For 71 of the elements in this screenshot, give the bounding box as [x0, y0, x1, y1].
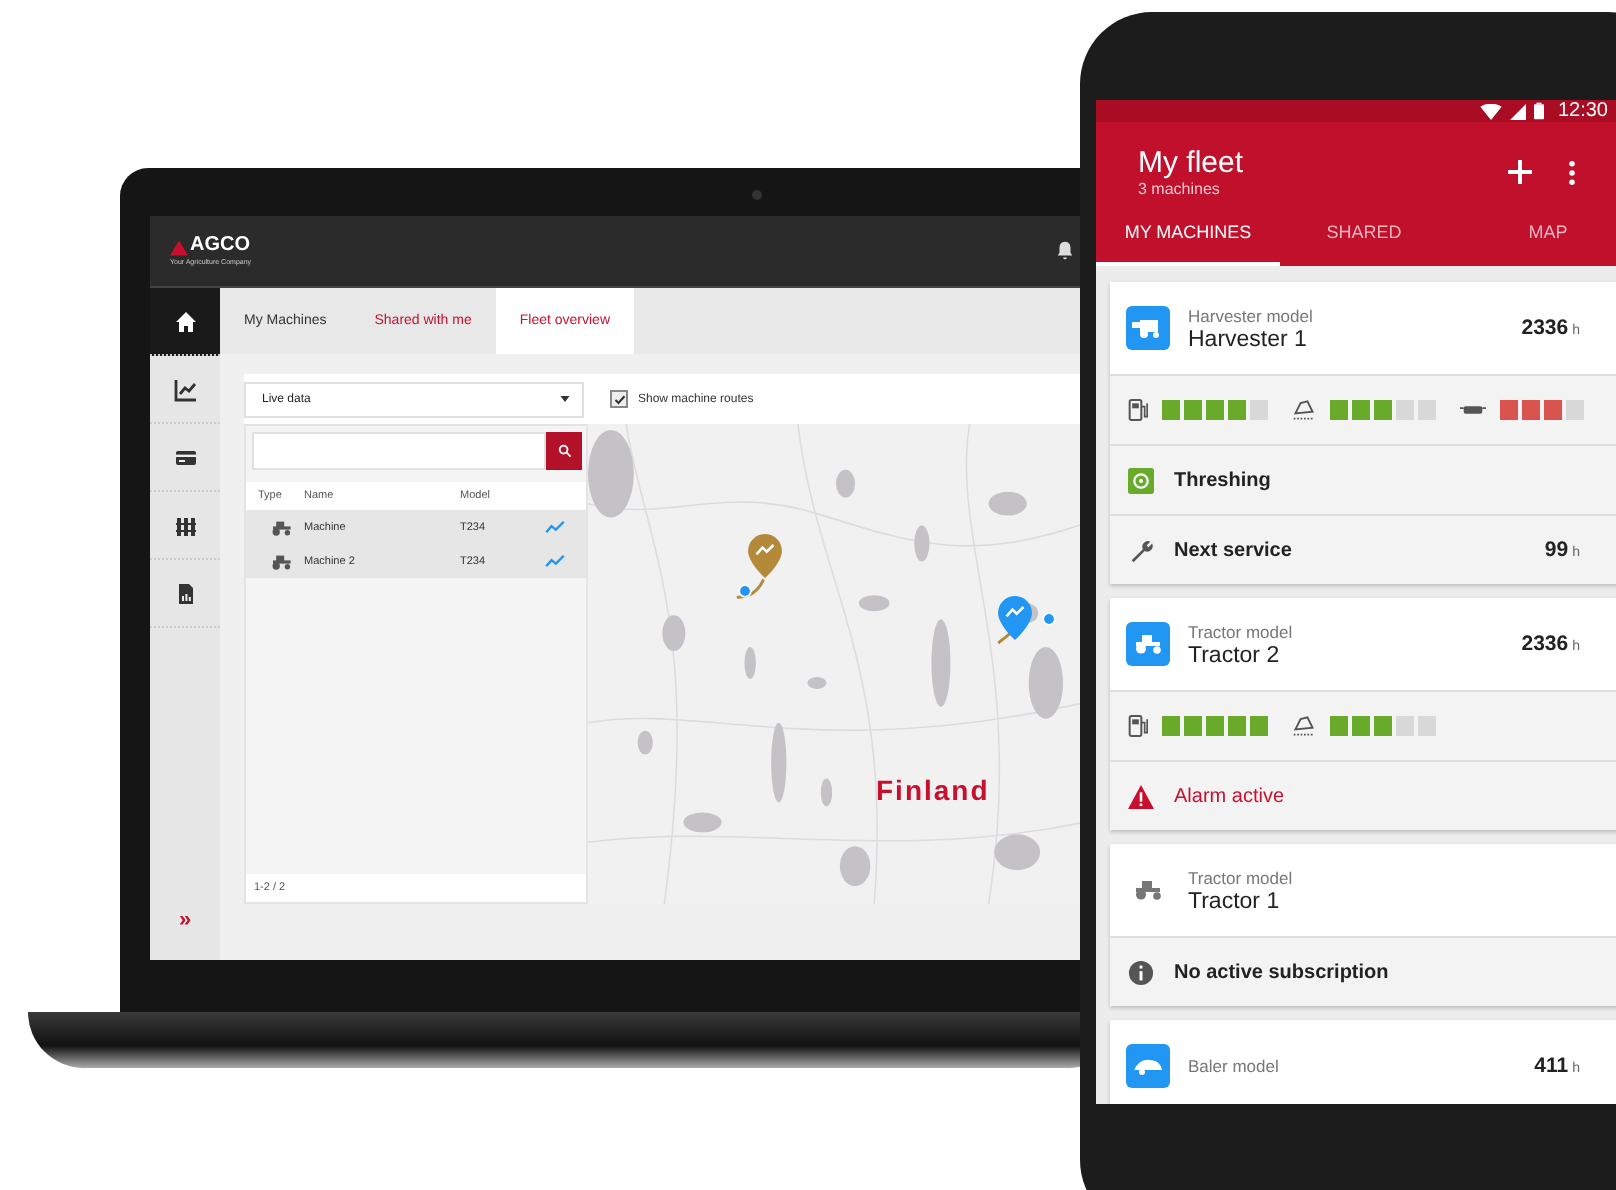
trend-icon: [544, 520, 566, 534]
trend-icon: [544, 554, 566, 568]
map-pin-icon[interactable]: [748, 534, 782, 578]
status-text: Threshing: [1174, 469, 1271, 491]
wrench-icon: [1128, 537, 1154, 563]
grain-tank-icon: [1292, 714, 1316, 738]
machine-count: 3 machines: [1138, 180, 1222, 198]
lake-shape: [931, 619, 951, 707]
search-field[interactable]: [252, 432, 546, 470]
lake-shape: [683, 812, 722, 833]
warning-icon: [1128, 783, 1154, 809]
screen-title: My fleet: [1138, 146, 1244, 180]
triangle-logo-icon: [170, 240, 188, 256]
tab[interactable]: MY MACHINES: [1096, 202, 1280, 266]
camera-dot: [752, 190, 762, 200]
lake-shape: [588, 430, 634, 518]
tank-icon: [1460, 402, 1486, 418]
tab[interactable]: MAP: [1448, 202, 1616, 266]
lake-shape: [807, 676, 827, 689]
more-menu-icon[interactable]: [1568, 159, 1576, 185]
chart-icon: [173, 377, 197, 401]
location-dot-icon: [738, 584, 752, 598]
lake-shape: [858, 595, 890, 612]
machine-model: Baler model: [1188, 1056, 1279, 1076]
expand-sidebar-button[interactable]: »: [150, 908, 220, 932]
sidebar-item[interactable]: [150, 288, 220, 356]
add-icon[interactable]: [1508, 160, 1532, 184]
lake-shape: [836, 469, 856, 498]
lake-shape: [771, 722, 787, 803]
machine-name: Harvester 1: [1188, 327, 1309, 351]
lake-shape: [744, 647, 756, 679]
lake-shape: [662, 615, 686, 652]
lake-shape: [914, 525, 930, 562]
lake-shape: [994, 834, 1041, 871]
lake-shape: [637, 730, 653, 755]
lake-shape: [988, 491, 1027, 516]
lake-shape: [839, 846, 871, 887]
fuel-pump-icon: [1128, 714, 1148, 738]
card-icon: [173, 445, 197, 469]
fence-icon: [173, 513, 197, 537]
clock-time: 12:30: [1557, 100, 1608, 122]
map-pin-icon[interactable]: [998, 596, 1032, 640]
machine-card[interactable]: Tractor model Tractor 1 No active subscription: [1110, 844, 1616, 1006]
battery-icon: [1533, 102, 1544, 120]
machine-model: Tractor model: [1188, 621, 1293, 641]
report-icon: [173, 581, 197, 605]
logo-text: AGCO: [190, 236, 250, 256]
wifi-icon: [1479, 103, 1502, 119]
lake-shape: [820, 778, 833, 807]
machine-name: Tractor 1: [1188, 889, 1282, 913]
info-text: No active subscription: [1174, 961, 1389, 983]
machine-model: Harvester model: [1188, 305, 1313, 325]
bell-icon[interactable]: [1054, 240, 1076, 262]
home-icon: [173, 309, 197, 333]
fuel-pump-icon: [1128, 398, 1148, 422]
grain-tank-icon: [1292, 398, 1316, 422]
route-line: [736, 578, 765, 599]
checkbox[interactable]: [610, 390, 628, 408]
location-dot-icon: [1042, 612, 1056, 626]
machine-model: Tractor model: [1188, 867, 1293, 887]
caret-icon: [560, 396, 570, 402]
alarm-text: Alarm active: [1174, 785, 1285, 807]
map-country-label: Finland: [876, 774, 990, 806]
machine-name: Tractor 2: [1188, 643, 1282, 667]
search-icon: [557, 444, 571, 458]
gear-icon: [1128, 467, 1154, 493]
info-icon: [1128, 959, 1154, 985]
search-button[interactable]: [546, 432, 582, 470]
lake-shape: [1028, 647, 1063, 719]
service-label: Next service: [1174, 539, 1292, 561]
tab[interactable]: SHARED: [1280, 202, 1448, 266]
